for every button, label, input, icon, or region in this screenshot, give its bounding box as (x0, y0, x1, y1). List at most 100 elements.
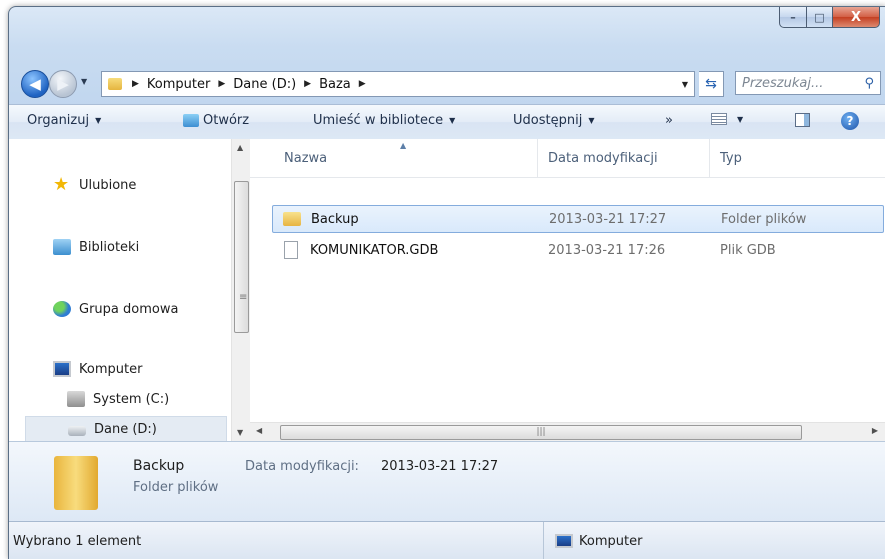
breadcrumb-separator-icon[interactable]: ▶ (359, 79, 366, 89)
library-label: Umieść w bibliotece (313, 113, 444, 128)
column-header-date[interactable]: Data modyfikacji (538, 139, 710, 177)
status-location: Komputer (555, 522, 642, 559)
history-dropdown-icon[interactable]: ▼ (81, 77, 87, 86)
refresh-button[interactable]: ⇆ (699, 71, 724, 97)
breadcrumb-dane-d[interactable]: Dane (D:) (233, 77, 296, 92)
system-drive-icon (67, 391, 85, 407)
chevron-down-icon: ▼ (737, 114, 744, 124)
address-row: ◀ ▶ ▼ ▶ Komputer ▶ Dane (D:) ▶ Baza ▶ ▼ … (9, 65, 885, 99)
chevron-down-icon: ▼ (449, 116, 456, 125)
preview-pane-button[interactable] (795, 113, 810, 127)
file-name-cell: Backup (283, 212, 359, 227)
open-folder-icon (183, 114, 199, 127)
back-button[interactable]: ◀ (21, 70, 49, 98)
help-button[interactable]: ? (841, 112, 859, 130)
caption-buttons: – □ X (779, 7, 880, 28)
file-type: Folder plików (721, 211, 807, 227)
details-date-label: Data modyfikacji: (245, 459, 359, 474)
organize-button[interactable]: Organizuj ▼ (27, 113, 101, 128)
scroll-thumb[interactable]: ||| (280, 425, 802, 440)
file-date: 2013-03-21 17:26 (548, 242, 666, 258)
change-view-button[interactable]: ▼ (711, 113, 743, 125)
nav-vertical-scrollbar[interactable]: ▲ ≡ ▼ (231, 139, 250, 441)
arrow-left-icon: ◀ (29, 75, 41, 93)
nav-label: Grupa domowa (79, 301, 179, 317)
explorer-window: – □ X ◀ ▶ ▼ ▶ Komputer ▶ Dane (D:) ▶ Baz… (8, 6, 885, 559)
computer-icon (555, 534, 573, 548)
status-selection: Wybrano 1 element (13, 522, 544, 559)
file-name: KOMUNIKATOR.GDB (310, 242, 439, 258)
chevron-down-icon: ▼ (95, 116, 102, 125)
file-row-backup[interactable]: Backup 2013-03-21 17:27 Folder plików (272, 205, 884, 233)
address-dropdown-icon[interactable]: ▼ (682, 80, 688, 89)
file-date: 2013-03-21 17:27 (549, 211, 667, 227)
preview-pane-icon (795, 113, 810, 127)
column-header-row: Nazwa ▲ Data modyfikacji Typ (250, 139, 885, 178)
sort-ascending-icon: ▲ (400, 141, 407, 150)
nav-label: System (C:) (93, 391, 170, 407)
breadcrumb-separator-icon[interactable]: ▶ (218, 79, 225, 89)
nav-item-favorites[interactable]: ★ Ulubione (53, 174, 137, 195)
scroll-up-icon[interactable]: ▲ (237, 143, 243, 152)
breadcrumb-baza[interactable]: Baza (319, 77, 351, 92)
nav-label: Ulubione (79, 177, 137, 193)
chevron-down-icon: ▼ (588, 116, 595, 125)
arrow-right-icon: ▶ (57, 75, 69, 93)
content-area: ★ Ulubione Biblioteki Grupa domowa Kompu… (9, 139, 885, 442)
file-name: Backup (311, 211, 359, 227)
scroll-right-icon[interactable]: ▶ (872, 426, 878, 435)
grip-icon: ||| (536, 427, 546, 437)
nav-label: Biblioteki (79, 239, 140, 255)
file-list: Nazwa ▲ Data modyfikacji Typ Backup 2013… (250, 139, 885, 441)
column-header-type[interactable]: Typ (710, 139, 885, 177)
nav-item-libraries[interactable]: Biblioteki (53, 239, 139, 255)
file-horizontal-scrollbar[interactable]: ◀ ||| ▶ (250, 422, 885, 441)
open-label: Otwórz (203, 113, 250, 128)
scroll-left-icon[interactable]: ◀ (256, 426, 262, 435)
file-name-cell: KOMUNIKATOR.GDB (282, 241, 438, 259)
computer-icon (53, 361, 71, 377)
breadcrumb-separator-icon[interactable]: ▶ (304, 79, 311, 89)
folder-icon (283, 212, 301, 226)
file-row-komunikator[interactable]: KOMUNIKATOR.GDB 2013-03-21 17:26 Plik GD… (272, 236, 884, 264)
close-button[interactable]: X (833, 7, 880, 28)
organize-label: Organizuj (27, 113, 90, 128)
file-icon (284, 241, 298, 259)
grip-icon: ≡ (239, 292, 248, 303)
include-in-library-button[interactable]: Umieść w bibliotece ▼ (313, 113, 455, 128)
forward-button[interactable]: ▶ (49, 70, 77, 98)
nav-label: Dane (D:) (94, 421, 157, 437)
more-commands-button[interactable]: » (665, 113, 673, 128)
command-bar: Organizuj ▼ Otwórz Umieść w bibliotece ▼ U… (9, 104, 885, 140)
scroll-thumb[interactable]: ≡ (234, 181, 249, 333)
status-location-label: Komputer (579, 533, 643, 549)
nav-item-homegroup[interactable]: Grupa domowa (53, 301, 178, 317)
search-icon[interactable]: ⚲ (864, 76, 874, 91)
open-button[interactable]: Otwórz (183, 113, 249, 128)
details-name: Backup (133, 458, 185, 474)
nav-item-drive-d[interactable]: Dane (D:) (25, 416, 227, 442)
search-placeholder: Przeszukaj... (742, 75, 824, 91)
search-input[interactable]: Przeszukaj... ⚲ (735, 71, 881, 95)
details-pane: Backup Folder plików Data modyfikacji: 2… (9, 441, 885, 522)
folder-icon (108, 78, 122, 90)
breadcrumb-separator-icon[interactable]: ▶ (132, 79, 139, 89)
details-type: Folder plików (133, 480, 219, 495)
status-bar: Wybrano 1 element Komputer (9, 521, 885, 559)
libraries-icon (53, 239, 71, 255)
file-type: Plik GDB (720, 242, 776, 258)
scroll-down-icon[interactable]: ▼ (237, 428, 243, 437)
maximize-button[interactable]: □ (807, 7, 833, 28)
nav-item-computer[interactable]: Komputer (53, 361, 142, 377)
star-icon: ★ (53, 174, 70, 195)
refresh-icon: ⇆ (705, 76, 717, 92)
nav-item-drive-c[interactable]: System (C:) (67, 391, 169, 407)
folder-thumbnail-icon (54, 456, 98, 510)
breadcrumb-komputer[interactable]: Komputer (147, 77, 210, 92)
address-bar[interactable]: ▶ Komputer ▶ Dane (D:) ▶ Baza ▶ ▼ (101, 71, 695, 97)
minimize-button[interactable]: – (779, 7, 807, 28)
view-icon (711, 113, 727, 125)
share-button[interactable]: Udostępnij ▼ (513, 113, 594, 128)
navigation-pane: ★ Ulubione Biblioteki Grupa domowa Kompu… (9, 139, 231, 442)
drive-icon (68, 426, 86, 436)
